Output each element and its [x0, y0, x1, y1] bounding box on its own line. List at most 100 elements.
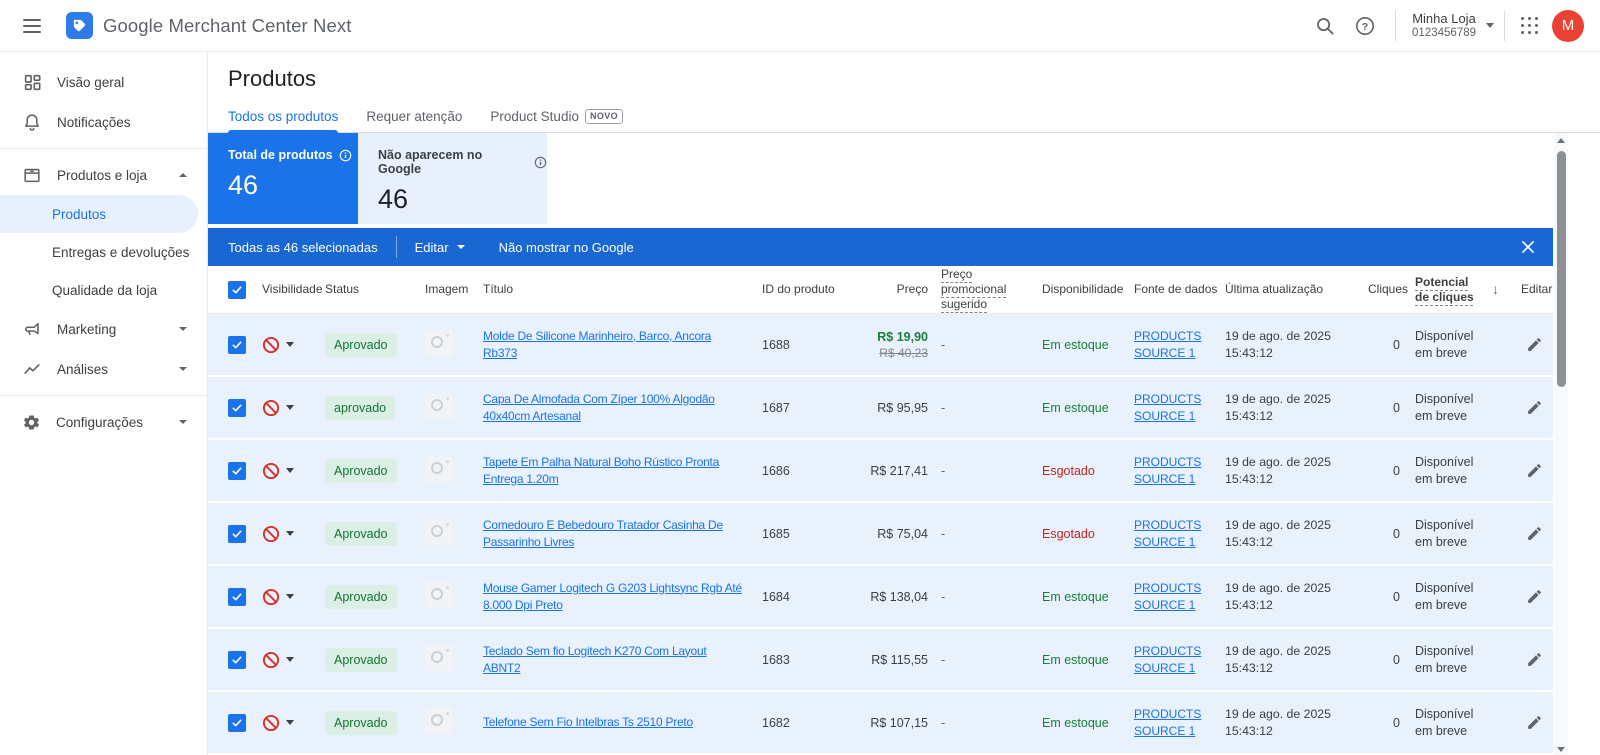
scrollbar-thumb[interactable]	[1557, 151, 1566, 387]
pencil-icon	[1526, 336, 1543, 353]
product-image-placeholder[interactable]	[425, 519, 453, 545]
updated-date: 19 de ago. de 2025	[1225, 391, 1368, 408]
sidebar-item-analises[interactable]: Análises	[0, 349, 207, 389]
sidebar-item-configuracoes[interactable]: Configurações	[0, 402, 207, 442]
tab-product-studio[interactable]: Product Studio NOVO	[490, 100, 623, 133]
edit-button[interactable]	[1521, 458, 1547, 484]
data-source-link[interactable]: PRODUCTS SOURCE 1	[1134, 643, 1200, 677]
card-value: 46	[228, 170, 358, 201]
visibility-dropdown[interactable]	[262, 714, 325, 732]
product-title-link[interactable]: Molde De Silicone Marinheiro, Barco, Anc…	[483, 329, 711, 360]
scroll-up-arrow-icon[interactable]	[1557, 138, 1565, 143]
tab-requer-atencao[interactable]: Requer atenção	[366, 100, 462, 133]
sidebar-item-visao-geral[interactable]: Visão geral	[0, 62, 207, 102]
data-source-link[interactable]: PRODUCTS SOURCE 1	[1134, 454, 1200, 488]
price: R$ 115,55	[848, 652, 928, 668]
sidebar-item-produtos[interactable]: Produtos	[0, 195, 198, 233]
search-icon[interactable]	[1305, 6, 1345, 46]
product-image-placeholder[interactable]	[425, 645, 453, 671]
sidebar-item-marketing[interactable]: Marketing	[0, 309, 207, 349]
avatar[interactable]: M	[1552, 10, 1584, 42]
visibility-dropdown[interactable]	[262, 651, 325, 669]
scroll-down-arrow-icon[interactable]	[1557, 747, 1565, 752]
product-title-link[interactable]: Teclado Sem fio Logitech K270 Com Layout…	[483, 644, 706, 675]
close-icon[interactable]	[1515, 234, 1541, 260]
visibility-dropdown[interactable]	[262, 336, 325, 354]
sidebar-item-entregas[interactable]: Entregas e devoluções	[0, 233, 207, 271]
metric-cards: Total de produtos 46 Não aparecem no Goo…	[208, 133, 1600, 224]
click-potential-value: Disponível em breve	[1400, 391, 1492, 425]
price: R$ 138,04	[848, 589, 928, 605]
sidebar-item-produtos-e-loja[interactable]: Produtos e loja	[0, 155, 207, 195]
hide-on-google-button[interactable]: Não mostrar no Google	[499, 240, 634, 255]
product-title-link[interactable]: Capa De Almofada Com Zíper 100% Algodão …	[483, 392, 715, 423]
edit-button[interactable]	[1521, 521, 1547, 547]
card-nao-aparecem[interactable]: Não aparecem no Google 46	[358, 133, 547, 224]
chevron-down-icon[interactable]	[179, 420, 187, 424]
visibility-dropdown[interactable]	[262, 588, 325, 606]
row-checkbox[interactable]	[228, 588, 246, 606]
pencil-icon	[1526, 399, 1543, 416]
chevron-down-icon[interactable]	[179, 327, 187, 331]
edit-button[interactable]	[1521, 710, 1547, 736]
edit-dropdown-button[interactable]: Editar	[415, 240, 465, 255]
data-source-link[interactable]: PRODUCTS SOURCE 1	[1134, 517, 1200, 551]
row-checkbox[interactable]	[228, 462, 246, 480]
product-id: 1683	[762, 653, 848, 667]
product-title-link[interactable]: Comedouro E Bebedouro Tratador Casinha D…	[483, 518, 723, 549]
divider	[396, 236, 397, 258]
card-value: 46	[378, 184, 547, 215]
product-image-placeholder[interactable]	[425, 330, 453, 356]
sidebar-item-qualidade[interactable]: Qualidade da loja	[0, 271, 207, 309]
status-badge: Aprovado	[325, 711, 397, 735]
google-apps-icon[interactable]	[1521, 17, 1538, 34]
click-potential-value: Disponível em breve	[1400, 328, 1492, 362]
col-fonte-de-dados: Fonte de dados	[1134, 282, 1225, 297]
select-all-checkbox[interactable]	[228, 281, 246, 299]
edit-button[interactable]	[1521, 647, 1547, 673]
tab-todos-os-produtos[interactable]: Todos os produtos	[228, 100, 338, 133]
visibility-dropdown[interactable]	[262, 525, 325, 543]
row-checkbox[interactable]	[228, 399, 246, 417]
data-source-link[interactable]: PRODUCTS SOURCE 1	[1134, 706, 1200, 740]
data-source-link[interactable]: PRODUCTS SOURCE 1	[1134, 391, 1200, 425]
product-image-placeholder[interactable]	[425, 393, 453, 419]
sort-descending-icon[interactable]: ↓	[1492, 282, 1512, 297]
row-checkbox[interactable]	[228, 651, 246, 669]
selection-count: Todas as 46 selecionadas	[228, 240, 378, 255]
vertical-scrollbar[interactable]	[1554, 133, 1568, 755]
availability: Em estoque	[1042, 716, 1134, 730]
edit-button[interactable]	[1521, 395, 1547, 421]
account-switcher[interactable]: Minha Loja 0123456789	[1412, 11, 1476, 41]
help-icon[interactable]: ?	[1345, 6, 1385, 46]
chevron-down-icon[interactable]	[1486, 23, 1494, 28]
sidebar-item-notificacoes[interactable]: Notificações	[0, 102, 207, 142]
row-checkbox[interactable]	[228, 336, 246, 354]
chevron-down-icon[interactable]	[179, 367, 187, 371]
row-checkbox[interactable]	[228, 525, 246, 543]
col-preco: Preço	[848, 282, 928, 297]
updated-date: 19 de ago. de 2025	[1225, 454, 1368, 471]
table-row: Aprovado Teclado Sem fio Logitech K270 C…	[208, 629, 1553, 690]
row-checkbox[interactable]	[228, 714, 246, 732]
blocked-icon	[262, 399, 280, 417]
visibility-dropdown[interactable]	[262, 462, 325, 480]
product-title-link[interactable]: Mouse Gamer Logitech G G203 Lightsync Rg…	[483, 581, 742, 612]
product-title-link[interactable]: Tapete Em Palha Natural Boho Rústico Pro…	[483, 455, 719, 486]
menu-icon[interactable]	[12, 6, 52, 46]
product-image-placeholder[interactable]	[425, 456, 453, 482]
data-source-link[interactable]: PRODUCTS SOURCE 1	[1134, 580, 1200, 614]
product-title-link[interactable]: Telefone Sem Fio Intelbras Ts 2510 Preto	[483, 715, 693, 729]
updated-date: 19 de ago. de 2025	[1225, 643, 1368, 660]
visibility-dropdown[interactable]	[262, 399, 325, 417]
chevron-up-icon[interactable]	[179, 173, 187, 177]
product-image-placeholder[interactable]	[425, 708, 453, 734]
product-image-placeholder[interactable]	[425, 582, 453, 608]
card-total-de-produtos[interactable]: Total de produtos 46	[208, 133, 358, 224]
availability: Esgotado	[1042, 464, 1134, 478]
table-row: Aprovado Mouse Gamer Logitech G G203 Lig…	[208, 566, 1553, 627]
data-source-link[interactable]: PRODUCTS SOURCE 1	[1134, 328, 1200, 362]
edit-button[interactable]	[1521, 332, 1547, 358]
svg-text:?: ?	[1362, 20, 1368, 32]
edit-button[interactable]	[1521, 584, 1547, 610]
